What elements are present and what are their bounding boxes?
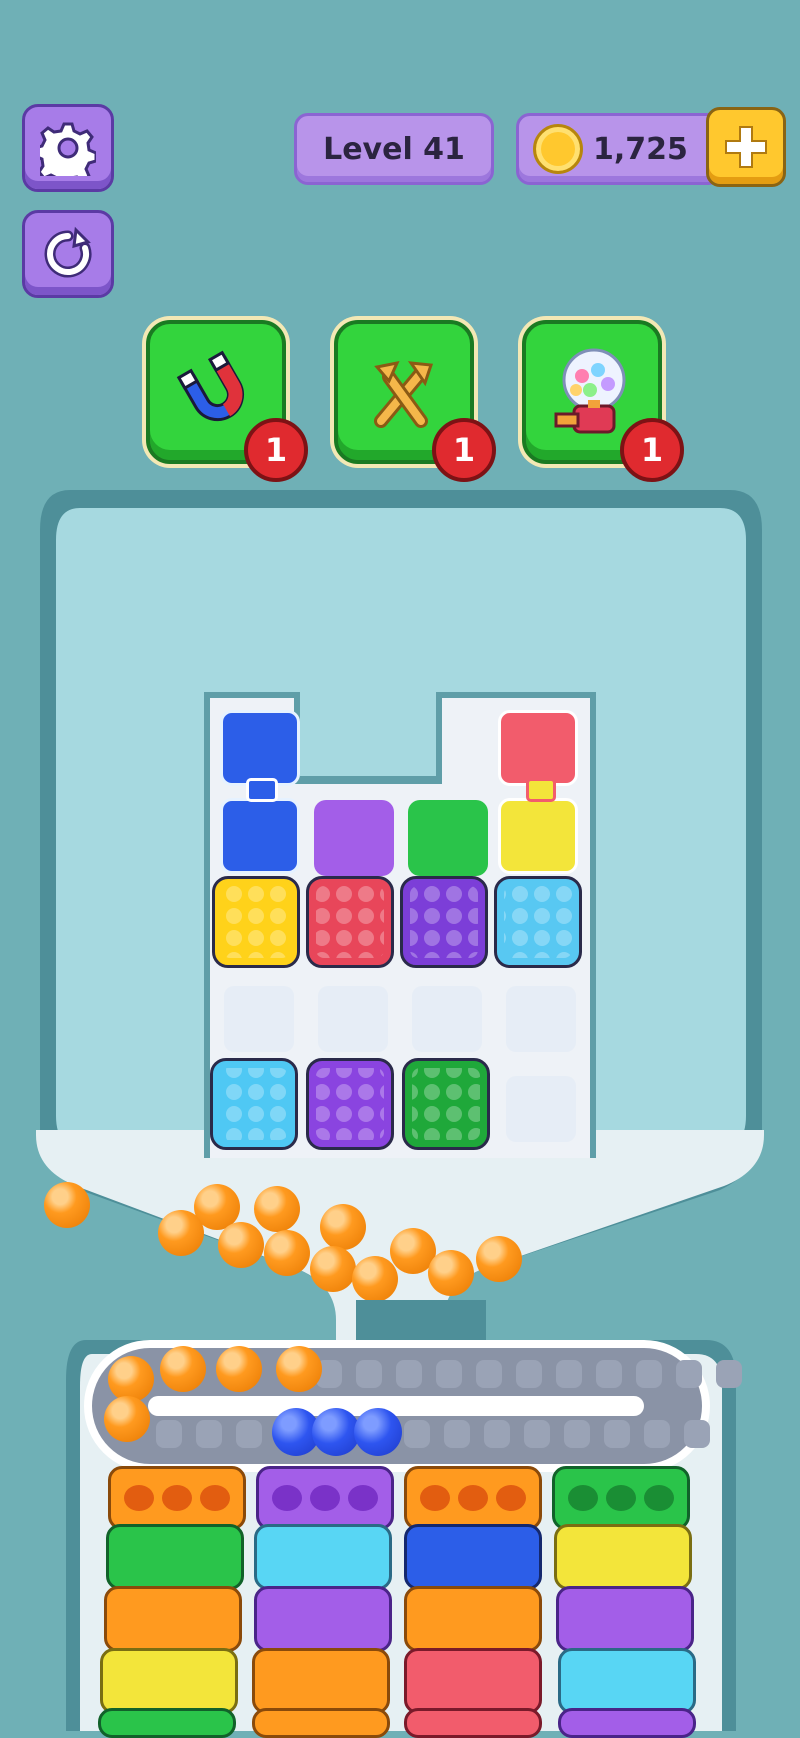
- yellow-ball-tile[interactable]: [212, 876, 300, 968]
- level-indicator: Level 41: [294, 113, 494, 185]
- restart-button[interactable]: [22, 210, 114, 298]
- purple-crate: [558, 1708, 696, 1738]
- orange-ball: [158, 1210, 204, 1256]
- orange-crate: [404, 1586, 542, 1652]
- blue-block[interactable]: [220, 710, 300, 786]
- orange-ball: [352, 1256, 398, 1302]
- plus-icon: [725, 126, 767, 168]
- cyan-crate: [254, 1524, 392, 1590]
- yellow-block[interactable]: [498, 798, 578, 874]
- purple-block[interactable]: [314, 800, 394, 876]
- gear-icon: [40, 122, 96, 176]
- red-block[interactable]: [498, 710, 578, 786]
- cyan-crate: [558, 1648, 696, 1714]
- blue-ball: [312, 1408, 360, 1456]
- orange-crate: [252, 1708, 390, 1738]
- orange-ball: [310, 1246, 356, 1292]
- orange-ball: [160, 1346, 206, 1392]
- orange-ball: [44, 1182, 90, 1228]
- add-coins-button[interactable]: [706, 107, 786, 187]
- orange-ball: [276, 1346, 322, 1392]
- blue-ball: [354, 1408, 402, 1456]
- gumball-machine-icon: [554, 348, 626, 434]
- purple-ball-tile[interactable]: [306, 1058, 394, 1150]
- green-crate: [98, 1708, 236, 1738]
- empty-cell[interactable]: [224, 986, 294, 1052]
- red-crate: [404, 1708, 542, 1738]
- purple-crate[interactable]: [256, 1466, 394, 1530]
- purple-ball-tile[interactable]: [400, 876, 488, 968]
- yellow-crate: [554, 1524, 692, 1590]
- restart-icon: [44, 226, 92, 278]
- empty-cell[interactable]: [506, 986, 576, 1052]
- orange-ball: [428, 1250, 474, 1296]
- orange-crate: [252, 1648, 390, 1714]
- orange-crate[interactable]: [404, 1466, 542, 1530]
- orange-ball: [264, 1230, 310, 1276]
- green-crate: [106, 1524, 244, 1590]
- orange-crate: [104, 1586, 242, 1652]
- swap-arrows-icon: [374, 360, 434, 428]
- coin-counter: 1,725: [516, 113, 722, 185]
- orange-ball: [476, 1236, 522, 1282]
- orange-ball: [254, 1186, 300, 1232]
- empty-cell[interactable]: [506, 1076, 576, 1142]
- purple-crate: [556, 1586, 694, 1652]
- coin-icon: [533, 124, 583, 174]
- blue-block[interactable]: [220, 798, 300, 874]
- orange-ball: [216, 1346, 262, 1392]
- red-crate: [404, 1648, 542, 1714]
- red-ball-tile[interactable]: [306, 876, 394, 968]
- orange-ball: [218, 1222, 264, 1268]
- orange-ball: [104, 1396, 150, 1442]
- yellow-crate: [100, 1648, 238, 1714]
- orange-ball: [320, 1204, 366, 1250]
- green-block[interactable]: [408, 800, 488, 876]
- purple-crate: [254, 1586, 392, 1652]
- empty-cell[interactable]: [318, 986, 388, 1052]
- blue-crate: [404, 1524, 542, 1590]
- coin-amount: 1,725: [593, 131, 688, 167]
- empty-cell[interactable]: [412, 986, 482, 1052]
- settings-button[interactable]: [22, 104, 114, 192]
- green-ball-tile[interactable]: [402, 1058, 490, 1150]
- cyan-ball-tile[interactable]: [210, 1058, 298, 1150]
- magnet-icon: [176, 350, 244, 422]
- link-connector: [246, 778, 278, 802]
- conveyor-slots-top: [316, 1360, 742, 1388]
- conveyor-slots-bottom: [404, 1420, 710, 1448]
- link-connector: [526, 778, 556, 802]
- cyan-ball-tile[interactable]: [494, 876, 582, 968]
- conveyor-slots-bottom: [156, 1420, 262, 1448]
- orange-crate[interactable]: [108, 1466, 246, 1530]
- level-label: Level 41: [323, 131, 465, 167]
- orange-ball: [108, 1356, 154, 1402]
- green-crate[interactable]: [552, 1466, 690, 1530]
